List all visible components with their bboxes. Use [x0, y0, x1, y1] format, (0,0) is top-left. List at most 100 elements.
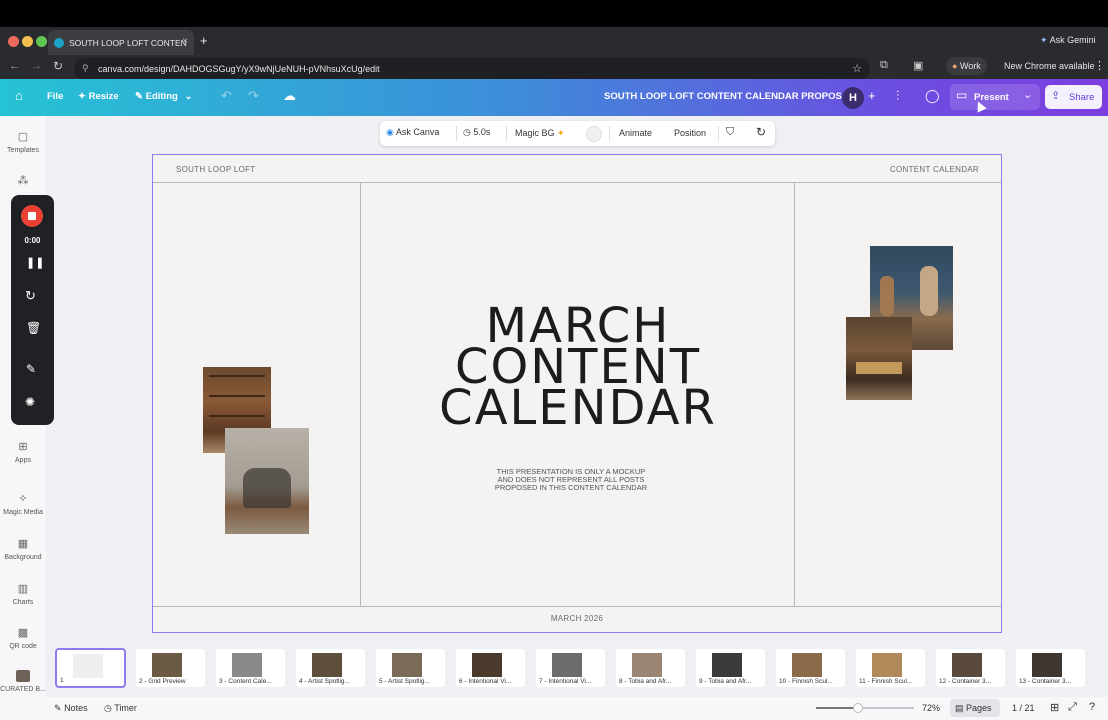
forward-arrow-icon[interactable]: → — [31, 60, 42, 72]
help-icon[interactable]: ? — [1089, 701, 1095, 713]
undo-icon[interactable]: ↶ — [221, 88, 232, 104]
clock-icon: ◷ — [463, 127, 471, 137]
sidebar-item-label: Apps — [15, 457, 31, 464]
page-thumbnail[interactable]: 13 - Container 3... — [1016, 649, 1085, 687]
sidebar-item-background[interactable]: ▦ Background — [0, 537, 46, 561]
sidebar-item-label: Background — [4, 554, 42, 561]
sidebar-item-label: Magic Media — [3, 509, 43, 516]
slide-header-right[interactable]: CONTENT CALENDAR — [890, 165, 979, 174]
address-bar[interactable]: ⚲ canva.com/design/DAHDOGSGugY/yX9wNjUeN… — [74, 58, 870, 80]
site-info-icon[interactable]: ⚲ — [82, 63, 89, 74]
close-window-button[interactable] — [8, 36, 19, 47]
document-title[interactable]: SOUTH LOOP LOFT CONTENT CALENDAR PROPOSA… — [604, 91, 855, 102]
sidebar-item-apps[interactable]: ⊞ Apps — [0, 440, 46, 464]
page-thumbnail[interactable]: 1 — [56, 649, 125, 687]
file-menu[interactable]: File — [47, 91, 63, 102]
disclaimer-text[interactable]: THIS PRESENTATION IS ONLY A MOCKUP AND D… — [153, 468, 989, 492]
page-thumbnail-label: 1 — [60, 677, 64, 684]
page-thumbnail[interactable]: 6 - Intentional Vi... — [456, 649, 525, 687]
sidebar-item-elements[interactable]: ⁂ — [0, 174, 46, 191]
living-room-photo[interactable] — [846, 317, 912, 400]
page-thumbnail[interactable]: 7 - Intentional Vi... — [536, 649, 605, 687]
add-collaborator-icon[interactable]: + — [868, 88, 876, 103]
slide-canvas[interactable]: SOUTH LOOP LOFT CONTENT CALENDAR MARCH C… — [152, 154, 1002, 633]
page-thumbnail[interactable]: 11 - Finnish Scul... — [856, 649, 925, 687]
home-icon[interactable]: ⌂ — [15, 88, 23, 103]
page-thumbnail[interactable]: 3 - Content Cale... — [216, 649, 285, 687]
zoom-percentage[interactable]: 72% — [922, 703, 940, 713]
draw-pen-icon[interactable]: ✎ — [26, 362, 36, 376]
sidebar-item-curated[interactable]: CURATED B... — [0, 670, 46, 693]
extensions-icon[interactable]: ⧉ — [880, 59, 888, 72]
trash-icon[interactable]: 🗑 — [26, 321, 41, 335]
chrome-menu-icon[interactable]: ⋮ — [1094, 59, 1105, 72]
editing-mode-dropdown[interactable]: ✎ Editing ⌄ — [135, 91, 192, 102]
profile-chip[interactable]: ● Work — [946, 57, 987, 75]
page-thumbnail[interactable]: 12 - Container 3... — [936, 649, 1005, 687]
ask-gemini-button[interactable]: ✦ Ask Gemini — [1040, 35, 1096, 46]
side-panel-icon[interactable]: ▣ — [913, 59, 923, 72]
page-thumbnail[interactable]: 8 - Tobia and Afr... — [616, 649, 685, 687]
redo-icon[interactable]: ↷ — [248, 88, 259, 104]
sidebar-item-qr-code[interactable]: ▩ QR code — [0, 626, 46, 650]
background-color-swatch[interactable] — [586, 126, 602, 142]
page-thumbnail[interactable]: 9 - Tobia and Afr... — [696, 649, 765, 687]
pages-button[interactable]: ▤ Pages — [950, 699, 1000, 717]
paint-format-icon[interactable]: ⛉ — [726, 126, 734, 139]
duration-button[interactable]: ◷ 5.0s — [463, 127, 490, 138]
chrome-update-button[interactable]: New Chrome available — [1000, 57, 1099, 75]
chevron-down-icon: ⌄ — [184, 91, 193, 102]
present-options-chevron-icon[interactable]: ⌄ — [1023, 88, 1032, 101]
sidebar-item-charts[interactable]: ▥ Charts — [0, 582, 46, 606]
fullscreen-icon[interactable]: ⤢ — [1068, 701, 1077, 714]
bottom-bar: ✎ Notes ◷ Timer 72% ▤ Pages 1 / 21 ⊞ ⤢ ? — [46, 697, 1108, 720]
zoom-slider-track[interactable] — [816, 703, 914, 713]
avatar[interactable]: H — [842, 87, 864, 109]
grid-view-icon[interactable]: ⊞ — [1050, 701, 1059, 714]
zoom-slider-handle[interactable] — [853, 703, 863, 713]
page-thumbnail[interactable]: 5 - Artist Spotlig... — [376, 649, 445, 687]
page-counter[interactable]: 1 / 21 — [1012, 703, 1035, 713]
slide-header-left[interactable]: SOUTH LOOP LOFT — [176, 165, 255, 174]
effects-icon[interactable]: ✺ — [25, 395, 35, 409]
magic-bg-button[interactable]: Magic BG ✦ — [515, 128, 565, 139]
stop-recording-button[interactable] — [21, 205, 43, 227]
more-options-icon[interactable]: ↻ — [756, 125, 766, 139]
tab-close-icon[interactable]: × — [182, 36, 188, 47]
profile-label: Work — [959, 61, 981, 71]
vase-shape — [920, 266, 938, 316]
sidebar-item-templates[interactable]: ▢ Templates — [0, 130, 46, 154]
comment-icon[interactable]: ◯ — [925, 88, 940, 104]
resize-button[interactable]: ✦ Resize — [78, 91, 119, 102]
animate-button[interactable]: Animate — [619, 128, 652, 138]
browser-chrome: SOUTH LOOP LOFT CONTEN × + ✦ Ask Gemini … — [0, 27, 1108, 80]
insights-chart-icon[interactable]: ⫶ — [896, 88, 899, 104]
ask-canva-button[interactable]: ◉ Ask Canva — [386, 127, 439, 138]
pause-icon[interactable]: ❚❚ — [26, 256, 44, 269]
slide-footer[interactable]: MARCH 2026 — [153, 614, 1001, 623]
notes-button[interactable]: ✎ Notes — [54, 703, 88, 714]
page-thumbnail[interactable]: 2 - Grid Preview — [136, 649, 205, 687]
position-button[interactable]: Position — [674, 128, 706, 138]
reload-icon[interactable]: ↻ — [53, 59, 63, 73]
pages-grid-icon: ▤ — [955, 703, 964, 713]
canva-assistant-icon: ◉ — [386, 127, 394, 137]
browser-tab[interactable]: SOUTH LOOP LOFT CONTEN × — [48, 30, 194, 55]
minimize-window-button[interactable] — [22, 36, 33, 47]
share-button[interactable]: ⇪ Share — [1045, 85, 1102, 109]
page-thumbnail[interactable]: 4 - Artist Spotlig... — [296, 649, 365, 687]
restart-icon[interactable]: ↻ — [25, 288, 36, 304]
timer-button[interactable]: ◷ Timer — [104, 703, 137, 714]
apps-icon: ⊞ — [18, 441, 28, 453]
vase-shape — [880, 276, 894, 316]
cloud-save-icon[interactable]: ☁ — [283, 88, 296, 104]
sidebar-item-magic-media[interactable]: ✧ Magic Media — [0, 492, 46, 516]
page-thumbnail-label: 4 - Artist Spotlig... — [299, 678, 350, 685]
sidebar-item-label: QR code — [9, 643, 37, 650]
bookmark-star-icon[interactable]: ☆ — [852, 62, 862, 75]
maximize-window-button[interactable] — [36, 36, 47, 47]
new-tab-button[interactable]: + — [200, 33, 208, 48]
back-arrow-icon[interactable]: ← — [9, 60, 20, 72]
page-thumbnail[interactable]: 10 - Finnish Scul... — [776, 649, 845, 687]
present-button[interactable]: ▭ Present ⌄ — [950, 84, 1040, 110]
